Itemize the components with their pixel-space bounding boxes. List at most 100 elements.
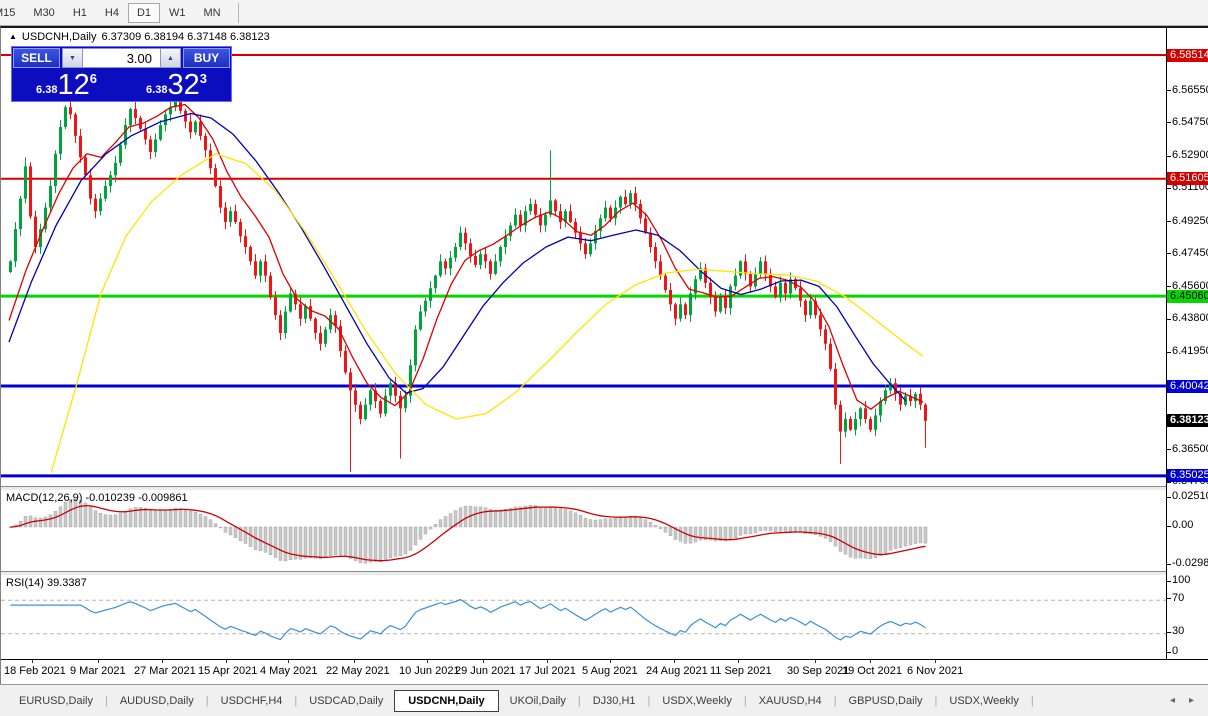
chart-frame: ▲ USDCNH,Daily 6.37309 6.38194 6.37148 6… <box>1 28 1208 659</box>
buy-price-prefix: 6.38 <box>146 84 167 100</box>
timeframe-button-h4[interactable]: H4 <box>96 3 128 23</box>
macd-label: MACD(12,26,9) -0.010239 -0.009861 <box>6 492 188 504</box>
tab-audusd-daily[interactable]: AUDUSD,Daily <box>109 691 205 711</box>
trade-controls-row: SELL ▼ ▲ BUY <box>13 48 230 68</box>
tab-eurusd-daily[interactable]: EURUSD,Daily <box>8 691 104 711</box>
current-price-label: 6.38123 <box>1167 414 1208 427</box>
price-tick-label: 6.36500 <box>1172 443 1208 456</box>
timeframe-button-w1[interactable]: W1 <box>160 3 195 23</box>
tab-usdx-weekly[interactable]: USDX,Weekly <box>938 691 1029 711</box>
price-level-label: 6.40042 <box>1167 380 1208 393</box>
date-label: 24 Aug 2021 <box>646 665 708 677</box>
symbol-marker-icon: ▲ <box>9 33 17 41</box>
date-tick-mark <box>162 660 163 663</box>
axis-tick-mark <box>1167 352 1171 353</box>
chart-workspace: ▲ USDCNH,Daily 6.37309 6.38194 6.37148 6… <box>0 26 1208 684</box>
sell-price-display[interactable]: 6.38 12 6 <box>13 70 120 100</box>
timeframe-toolbar: M15M30H1H4D1W1MN <box>0 0 1208 26</box>
price-axis[interactable]: 6.565506.547506.529006.511006.492506.474… <box>1167 28 1208 659</box>
ma-mid-line <box>9 114 906 402</box>
axis-tick-mark <box>1167 221 1171 222</box>
timeframe-button-h1[interactable]: H1 <box>64 3 96 23</box>
rsi-canvas[interactable] <box>1 575 1166 659</box>
tab-dj30-h1[interactable]: DJ30,H1 <box>582 691 647 711</box>
candlestick-series <box>9 93 927 472</box>
price-tick-label: 6.47450 <box>1172 247 1208 260</box>
date-label: 18 Feb 2021 <box>4 665 66 677</box>
price-level-label: 6.35025 <box>1167 469 1208 482</box>
tab-usdx-weekly[interactable]: USDX,Weekly <box>651 691 742 711</box>
date-label: 10 Jun 2021 <box>399 665 460 677</box>
axis-tick-mark <box>1167 90 1171 91</box>
tab-separator: | <box>1030 695 1035 707</box>
date-tick-mark <box>32 660 33 663</box>
tab-ukoil-daily[interactable]: UKOil,Daily <box>499 691 577 711</box>
timeframe-button-m15[interactable]: M15 <box>0 3 24 23</box>
buy-price-big-digits: 32 <box>167 71 199 100</box>
rsi-panel: RSI(14) 39.3387 <box>1 575 1166 659</box>
tab-xauusd-h4[interactable]: XAUUSD,H4 <box>748 691 833 711</box>
macd-histogram <box>9 499 927 563</box>
trading-terminal-window: M15M30H1H4D1W1MN ▲ USDCNH,Daily 6.37309 … <box>0 0 1208 716</box>
timeframe-button-m30[interactable]: M30 <box>24 3 63 23</box>
date-label: 15 Apr 2021 <box>198 665 257 677</box>
date-tick-mark <box>815 660 816 663</box>
date-axis[interactable]: 18 Feb 20219 Mar 202127 Mar 202115 Apr 2… <box>1 659 1208 684</box>
macd-panel: MACD(12,26,9) -0.010239 -0.009861 <box>1 490 1166 571</box>
axis-tick-mark <box>1167 253 1171 254</box>
lot-increase-button[interactable]: ▲ <box>160 48 181 68</box>
lot-size-input[interactable] <box>83 48 160 68</box>
timeframe-button-group: M15M30H1H4D1W1MN <box>0 3 230 23</box>
main-chart-panel: ▲ USDCNH,Daily 6.37309 6.38194 6.37148 6… <box>1 28 1166 486</box>
buy-button[interactable]: BUY <box>183 48 230 68</box>
date-tick-mark <box>738 660 739 663</box>
price-tick-label: 6.56550 <box>1172 84 1208 97</box>
date-tick-mark <box>98 660 99 663</box>
date-tick-mark <box>288 660 289 663</box>
price-level-label: 6.51605 <box>1167 172 1208 185</box>
sell-button[interactable]: SELL <box>13 48 60 68</box>
timeframe-button-mn[interactable]: MN <box>195 3 230 23</box>
axis-tick-mark <box>1167 156 1171 157</box>
date-label: 19 Oct 2021 <box>842 665 902 677</box>
sell-price-pip-digit: 6 <box>90 71 97 86</box>
axis-tick-mark <box>1167 652 1171 653</box>
date-tick-mark <box>547 660 548 663</box>
axis-tick-mark <box>1167 526 1171 527</box>
lot-decrease-button[interactable]: ▼ <box>62 48 83 68</box>
tab-scroll-right-icon[interactable]: ▸ <box>1189 695 1194 706</box>
timeframe-button-d1[interactable]: D1 <box>128 3 160 23</box>
date-tick-mark <box>674 660 675 663</box>
tab-usdcnh-daily[interactable]: USDCNH,Daily <box>394 690 498 712</box>
macd-tick-label: 0.00 <box>1172 519 1193 532</box>
lot-size-group: ▼ ▲ <box>62 48 181 68</box>
date-label: 17 Jul 2021 <box>519 665 576 677</box>
tab-scroll-left-icon[interactable]: ◂ <box>1170 695 1175 706</box>
buy-price-pip-digit: 3 <box>200 71 207 86</box>
rsi-tick-label: 30 <box>1172 625 1184 638</box>
rsi-tick-label: 0 <box>1172 645 1178 658</box>
price-tick-label: 6.52900 <box>1172 149 1208 162</box>
date-label: 9 Mar 2021 <box>70 665 126 677</box>
price-level-label: 6.58514 <box>1167 49 1208 62</box>
trade-prices-row: 6.38 12 6 6.38 32 3 <box>13 70 230 100</box>
date-tick-mark <box>354 660 355 663</box>
rsi-tick-label: 70 <box>1172 592 1184 605</box>
chart-panels: ▲ USDCNH,Daily 6.37309 6.38194 6.37148 6… <box>1 28 1167 659</box>
price-tick-label: 6.54750 <box>1172 116 1208 129</box>
tab-usdcad-daily[interactable]: USDCAD,Daily <box>298 691 394 711</box>
axis-tick-mark <box>1167 319 1171 320</box>
tab-gbpusd-daily[interactable]: GBPUSD,Daily <box>838 691 934 711</box>
buy-price-display[interactable]: 6.38 32 3 <box>123 70 230 100</box>
date-label: 4 May 2021 <box>260 665 317 677</box>
axis-tick-mark <box>1167 598 1171 599</box>
ma-fast-line <box>9 105 923 410</box>
macd-tick-label: -0.029885 <box>1172 557 1208 570</box>
tab-usdchf-h4[interactable]: USDCHF,H4 <box>210 691 294 711</box>
price-tick-label: 6.41950 <box>1172 345 1208 358</box>
chart-tab-bar: EURUSD,Daily|AUDUSD,Daily|USDCHF,H4|USDC… <box>0 684 1208 716</box>
price-tick-label: 6.43800 <box>1172 312 1208 325</box>
price-tick-label: 6.49250 <box>1172 215 1208 228</box>
date-tick-mark <box>870 660 871 663</box>
chart-title: ▲ USDCNH,Daily 6.37309 6.38194 6.37148 6… <box>9 31 270 43</box>
